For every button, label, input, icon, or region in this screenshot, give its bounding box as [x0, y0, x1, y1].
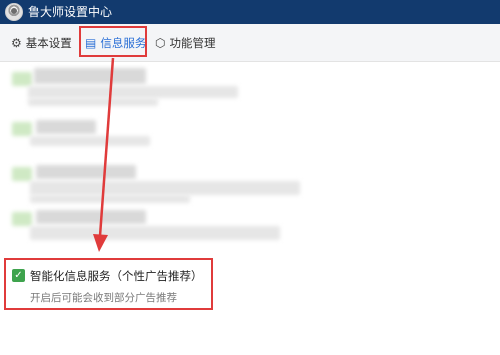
arrow-shaft [98, 57, 115, 237]
annotation-arrow [93, 57, 115, 252]
arrow-head [93, 234, 108, 252]
